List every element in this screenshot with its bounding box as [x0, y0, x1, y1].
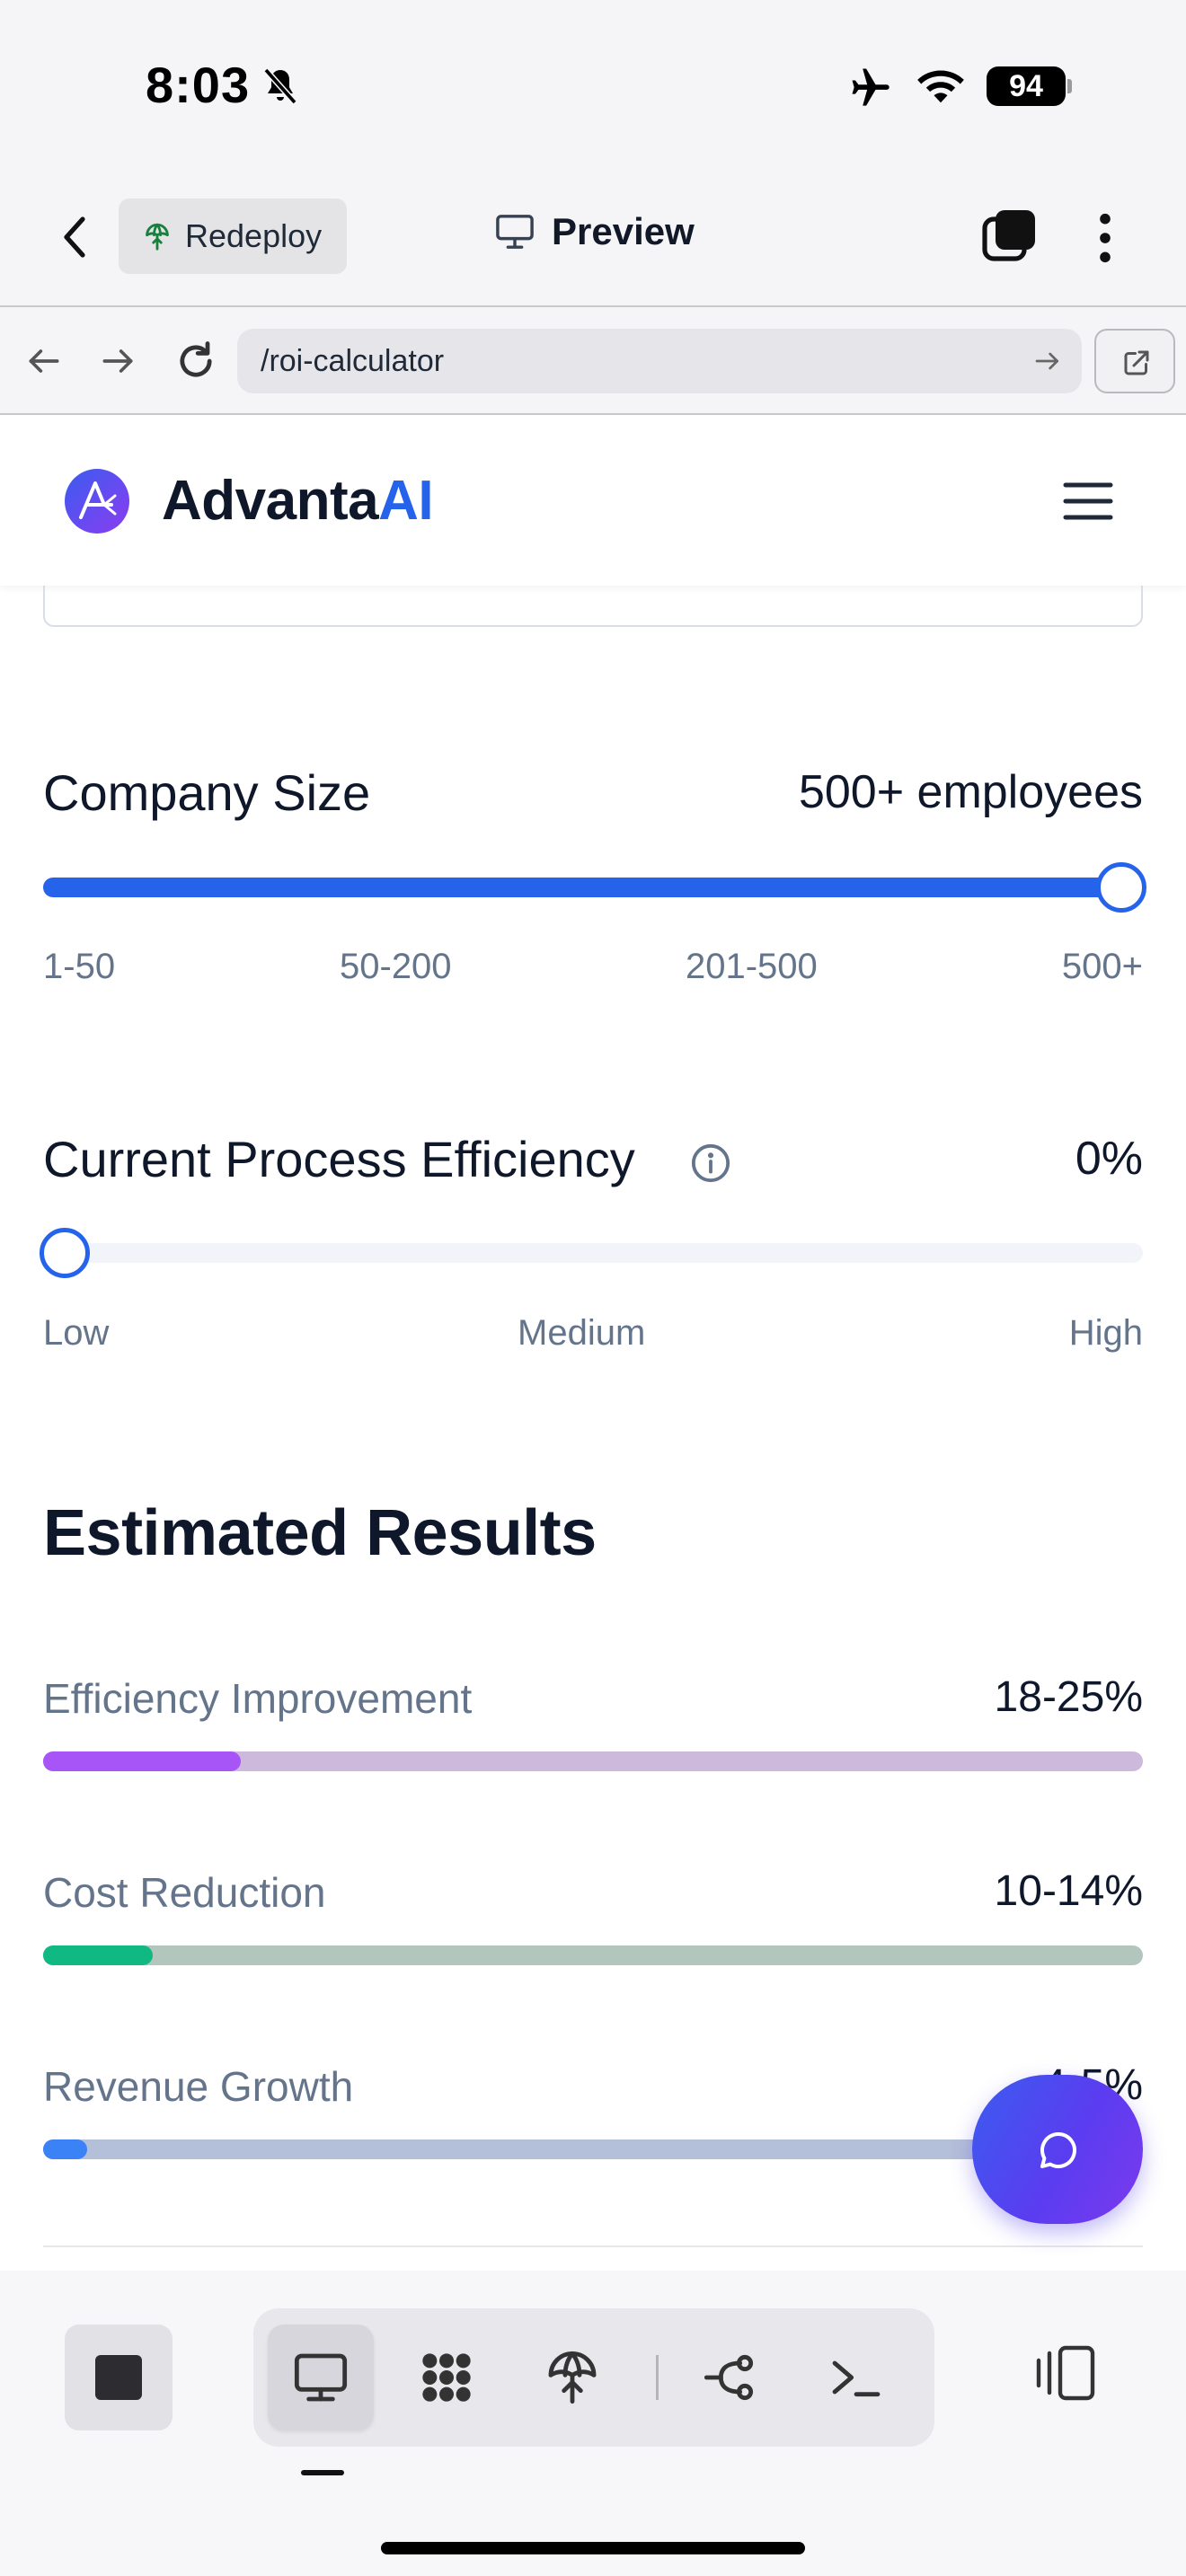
redeploy-button[interactable]: Redeploy: [119, 198, 347, 274]
chat-bubble-icon: [1040, 2132, 1076, 2168]
metric-progress-fill: [43, 2139, 87, 2159]
efficiency-value: 0%: [1075, 1133, 1143, 1185]
metric-value: 18-25%: [994, 1673, 1143, 1721]
company-size-slider-thumb[interactable]: [1096, 862, 1146, 913]
open-external-icon: [1124, 350, 1149, 375]
git-button[interactable]: [677, 2325, 783, 2430]
preview-title: Preview: [494, 210, 695, 253]
bell-slash-icon: [263, 67, 297, 105]
metric-progress-bar: [43, 1945, 1143, 1965]
preview-label: Preview: [552, 210, 695, 252]
efficiency-slider-track[interactable]: [43, 1243, 1143, 1263]
redeploy-icon: [146, 223, 169, 251]
active-tab-indicator: [301, 2470, 344, 2475]
arrow-left-icon[interactable]: [23, 341, 65, 381]
stop-icon: [95, 2355, 142, 2400]
battery-icon: 94: [987, 66, 1066, 106]
apps-grid-icon: [422, 2353, 471, 2402]
tool-group: [253, 2308, 934, 2447]
airplane-icon: [852, 68, 890, 106]
more-vertical-icon[interactable]: [1087, 210, 1123, 266]
open-external-button[interactable]: [1094, 329, 1175, 393]
efficiency-tick: High: [1068, 1313, 1143, 1353]
toolbar-separator: [656, 2355, 659, 2400]
company-size-tick: 1-50: [43, 947, 116, 986]
status-time: 8:03: [146, 57, 251, 113]
terminal-icon: [832, 2360, 881, 2397]
apps-button[interactable]: [394, 2325, 500, 2430]
app-bar: Redeploy Preview: [0, 171, 1186, 305]
desktop-icon: [294, 2353, 348, 2402]
arrow-right-icon[interactable]: [97, 341, 138, 381]
efficiency-tick: Medium: [518, 1313, 646, 1353]
wifi-icon: [917, 70, 964, 103]
site-header: AdvantaAI: [0, 415, 1186, 586]
efficiency-slider-thumb[interactable]: [40, 1228, 90, 1278]
metric-label: Revenue Growth: [43, 2063, 354, 2110]
metric-progress-fill: [43, 1751, 242, 1771]
results-title: Estimated Results: [43, 1497, 597, 1569]
section-divider: [43, 2245, 1143, 2247]
reload-icon[interactable]: [173, 338, 219, 384]
deploy-icon: [548, 2351, 597, 2404]
efficiency-label: Current Process Efficiency: [43, 1131, 635, 1187]
metric-progress-bar: [43, 1751, 1143, 1771]
bottom-toolbar: [0, 2271, 1186, 2576]
deploy-button[interactable]: [519, 2325, 625, 2430]
status-bar: 8:03 94: [0, 0, 1186, 171]
desktop-view-button[interactable]: [268, 2325, 374, 2430]
advanta-logo-icon[interactable]: [65, 469, 129, 534]
company-size-label: Company Size: [43, 764, 371, 821]
metric-value: 10-14%: [994, 1867, 1143, 1915]
brand-accent: AI: [378, 470, 434, 532]
url-text: /roi-calculator: [261, 343, 445, 378]
info-icon[interactable]: [690, 1142, 731, 1184]
efficiency-tick: Low: [43, 1313, 110, 1353]
go-arrow-icon[interactable]: [1033, 348, 1062, 374]
brand-name[interactable]: AdvantaAI: [162, 469, 434, 533]
metric-label: Efficiency Improvement: [43, 1675, 473, 1722]
metric-label: Cost Reduction: [43, 1869, 326, 1916]
chat-button[interactable]: [972, 2075, 1143, 2224]
monitor-icon: [496, 215, 534, 249]
terminal-button[interactable]: [803, 2325, 909, 2430]
browser-bar: /roi-calculator: [0, 305, 1186, 415]
url-input[interactable]: /roi-calculator: [237, 329, 1082, 393]
tabs-icon[interactable]: [981, 207, 1039, 264]
company-size-slider-track[interactable]: [43, 878, 1143, 897]
company-size-tick: 201-500: [686, 947, 818, 986]
company-size-tick: 50-200: [340, 947, 452, 986]
chevron-left-icon[interactable]: [54, 212, 97, 262]
previous-card-edge: [43, 586, 1143, 627]
metric-progress-fill: [43, 1945, 154, 1965]
redeploy-label: Redeploy: [185, 217, 323, 254]
side-panel-icon[interactable]: [1033, 2342, 1098, 2404]
stop-button[interactable]: [65, 2325, 173, 2430]
company-size-value: 500+ employees: [798, 766, 1143, 818]
brand-main: Advanta: [162, 470, 379, 532]
home-indicator: [381, 2542, 805, 2554]
git-branch-icon: [704, 2354, 754, 2401]
battery-tip: [1067, 79, 1072, 93]
company-size-tick: 500+: [1061, 947, 1143, 986]
hamburger-menu-icon[interactable]: [1062, 480, 1114, 523]
